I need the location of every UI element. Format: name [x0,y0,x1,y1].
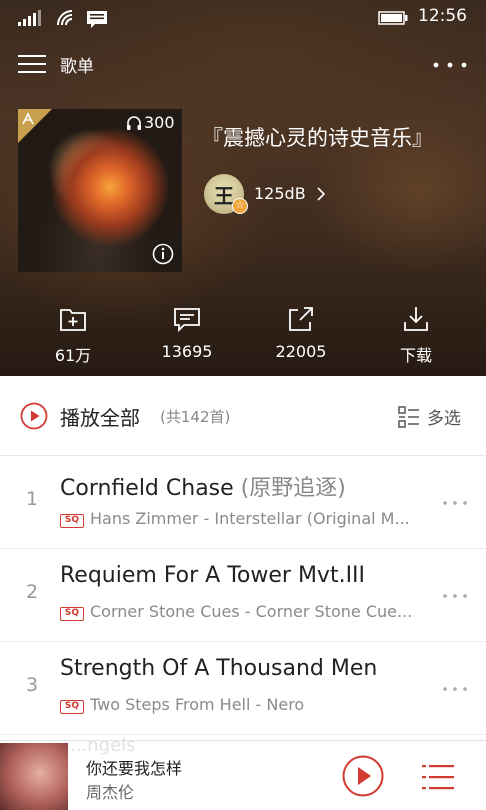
download-icon [404,307,428,331]
song-title-text: Cornfield Chase [60,476,234,501]
song-row[interactable]: 1 Cornfield Chase (原野追逐) SQ Hans Zimmer … [0,456,486,549]
recommend-tag-icon [22,112,34,125]
comment-icon [174,308,200,333]
signal-icon [18,10,41,26]
status-time: 12:56 [418,6,467,26]
share-button[interactable]: 22005 [251,304,351,361]
song-title: Strength Of A Thousand Men [60,656,377,681]
download-button[interactable]: 下载 [366,304,466,366]
listen-count: 300 [126,113,175,132]
song-title-text: Strength Of A Thousand Men [60,656,378,681]
playlist-header: 12:56 歌单 300 『震撼心灵的诗史音乐』 王 ☆ 125dB 61万 1… [0,0,486,376]
sq-badge: SQ [60,700,84,714]
listen-count-value: 300 [144,113,175,132]
play-button-icon[interactable] [342,755,384,797]
favorite-count: 61万 [54,346,92,365]
headphones-icon [127,115,141,130]
favorite-button[interactable]: 61万 [23,304,123,366]
sq-badge: SQ [60,514,84,528]
hamburger-menu-icon[interactable] [18,52,46,76]
playlist-name: 『震撼心灵的诗史音乐』 [202,126,433,150]
sq-badge: SQ [60,607,84,621]
playlist-cover[interactable]: 300 [18,109,182,272]
song-title: Cornfield Chase (原野追逐) [60,470,346,502]
star-badge-icon: ☆ [232,198,248,214]
message-icon [87,11,107,28]
play-circle-icon[interactable] [20,402,48,430]
multi-select-icon[interactable] [398,406,420,428]
status-bar: 12:56 [0,0,486,36]
page-title: 歌单 [60,57,94,77]
avatar-char: 王 [214,183,234,208]
creator-name[interactable]: 125dB [254,184,306,203]
share-count: 22005 [275,342,327,361]
song-more-icon[interactable] [442,686,468,692]
battery-icon [378,11,408,25]
song-subtitle: Hans Zimmer - Interstellar (Original M..… [90,509,410,528]
add-folder-icon [60,309,86,331]
song-title-text: Requiem For A Tower Mvt.III [60,563,366,588]
wifi-icon [57,10,73,26]
song-number: 2 [26,581,39,603]
play-all-button[interactable]: 播放全部 [60,402,140,431]
song-number: 3 [26,674,39,696]
song-title: Requiem For A Tower Mvt.III [60,563,365,588]
song-row[interactable]: 3 Strength Of A Thousand Men SQ Two Step… [0,642,486,735]
download-label: 下载 [399,346,432,365]
next-song-peek: ...ngels [70,735,136,756]
song-subtitle: Two Steps From Hell - Nero [90,695,305,714]
playlist-queue-icon[interactable] [422,763,454,791]
song-subtitle: Corner Stone Cues - Corner Stone Cue... [90,602,413,621]
action-bar: 61万 13695 22005 下载 [0,304,486,368]
song-number: 1 [26,488,39,510]
now-playing-artist: 周杰伦 [86,783,135,802]
play-all-bar: 播放全部 (共142首) 多选 [0,376,486,456]
now-playing-title: 你还要我怎样 [86,759,183,778]
more-options-icon[interactable] [432,58,468,72]
song-row[interactable]: 2 Requiem For A Tower Mvt.III SQ Corner … [0,549,486,642]
now-playing-cover[interactable] [0,743,68,810]
song-count: (共142首) [160,408,231,426]
comment-count: 13695 [161,342,213,361]
info-icon[interactable] [152,243,174,265]
share-icon [289,307,313,331]
multi-select-button[interactable]: 多选 [427,404,461,429]
song-list: 1 Cornfield Chase (原野追逐) SQ Hans Zimmer … [0,456,486,735]
chevron-right-icon[interactable] [316,187,326,201]
song-alias: (原野追逐) [233,476,346,501]
comment-button[interactable]: 13695 [137,304,237,361]
song-more-icon[interactable] [442,593,468,599]
song-more-icon[interactable] [442,500,468,506]
mini-player[interactable]: ...ngels 你还要我怎样 周杰伦 [0,735,486,810]
